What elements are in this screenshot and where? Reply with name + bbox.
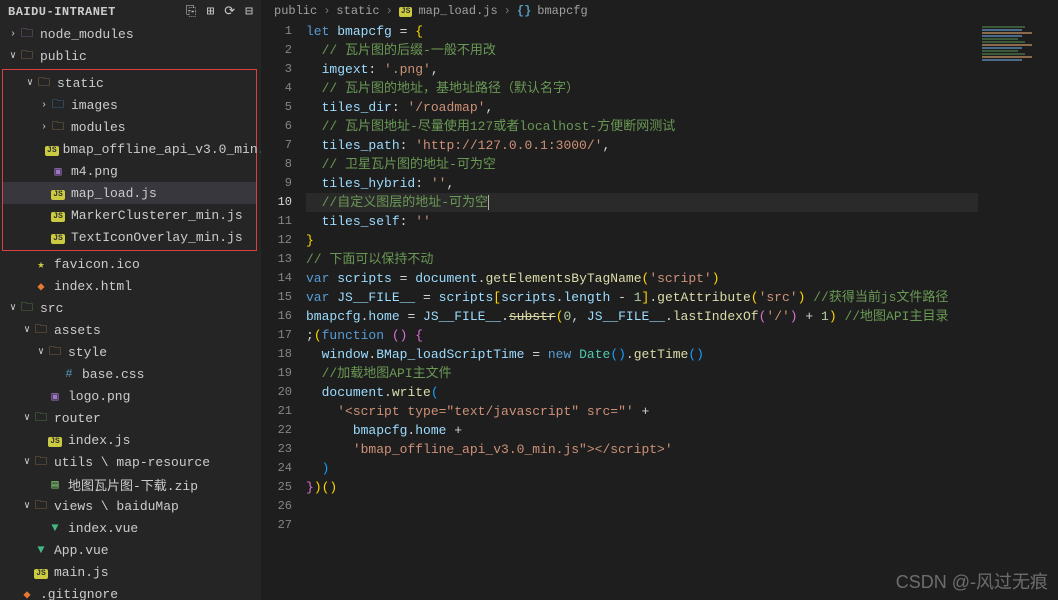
chevron-icon[interactable]: ∨ — [22, 412, 32, 424]
tree-item[interactable]: ·#base.css — [0, 363, 261, 385]
tree-label: map_load.js — [71, 186, 157, 201]
tree-item[interactable]: ·JSMarkerClusterer_min.js — [3, 204, 256, 226]
chevron-icon[interactable]: › — [8, 29, 18, 40]
tree-label: modules — [71, 120, 126, 135]
tree-item[interactable]: ∨🗀static — [3, 72, 256, 94]
tree-label: main.js — [54, 565, 109, 580]
tree-item[interactable]: ·JSindex.js — [0, 429, 261, 451]
chevron-right-icon: › — [504, 4, 511, 18]
tree-item[interactable]: ·JSTextIconOverlay_min.js — [3, 226, 256, 248]
tree-label: node_modules — [40, 27, 134, 42]
tree-label: index.js — [68, 433, 130, 448]
chevron-right-icon: › — [323, 4, 330, 18]
tree-item[interactable]: ·◆.gitignore — [0, 583, 261, 600]
minimap[interactable] — [978, 22, 1058, 600]
line-gutter: 1234567891011121314151617181920212223242… — [262, 22, 306, 600]
tree-label: utils \ map-resource — [54, 455, 210, 470]
tree-item[interactable]: ›🗀node_modules — [0, 23, 261, 45]
code-area[interactable]: let bmapcfg = { // 瓦片图的后缀-一般不用改 imgext: … — [306, 22, 978, 600]
tree-label: App.vue — [54, 543, 109, 558]
tree-label: static — [57, 76, 104, 91]
chevron-icon[interactable]: › — [39, 100, 49, 111]
tree-item[interactable]: ∨🗀assets — [0, 319, 261, 341]
chevron-right-icon: › — [386, 4, 393, 18]
tree-item[interactable]: ∨🗀router — [0, 407, 261, 429]
chevron-icon[interactable]: ∨ — [25, 77, 35, 89]
tree-label: images — [71, 98, 118, 113]
chevron-icon[interactable]: ∨ — [22, 500, 32, 512]
new-folder-icon[interactable]: ⊞ — [206, 4, 214, 19]
chevron-icon[interactable]: ∨ — [22, 456, 32, 468]
explorer-sidebar: BAIDU-INTRANET ⎘ ⊞ ⟳ ⊟ ›🗀node_modules∨🗀p… — [0, 0, 262, 600]
new-file-icon[interactable]: ⎘ — [186, 4, 196, 19]
tree-label: base.css — [82, 367, 144, 382]
tree-item[interactable]: ·JSbmap_offline_api_v3.0_min.js — [3, 138, 256, 160]
tree-label: 地图瓦片图-下载.zip — [68, 475, 198, 494]
object-icon: {} — [517, 4, 531, 18]
refresh-icon[interactable]: ⟳ — [224, 4, 235, 19]
breadcrumb-item[interactable]: bmapcfg — [537, 4, 587, 18]
tree-item[interactable]: ∨🗀public — [0, 45, 261, 67]
tree-label: TextIconOverlay_min.js — [71, 230, 243, 245]
tree-item[interactable]: ·▣m4.png — [3, 160, 256, 182]
tree-item[interactable]: ∨🗀src — [0, 297, 261, 319]
collapse-icon[interactable]: ⊟ — [245, 4, 253, 19]
chevron-icon[interactable]: › — [39, 122, 49, 133]
tree-item[interactable]: ·▣logo.png — [0, 385, 261, 407]
tree-item[interactable]: ∨🗀style — [0, 341, 261, 363]
tree-item[interactable]: ·JSmap_load.js — [3, 182, 256, 204]
tree-item[interactable]: ∨🗀views \ baiduMap — [0, 495, 261, 517]
tree-label: favicon.ico — [54, 257, 140, 272]
tree-item[interactable]: ∨🗀utils \ map-resource — [0, 451, 261, 473]
tree-item[interactable]: ›🗀modules — [3, 116, 256, 138]
tree-item[interactable]: ·▤地图瓦片图-下载.zip — [0, 473, 261, 495]
tree-item[interactable]: ·▼index.vue — [0, 517, 261, 539]
breadcrumb-item[interactable]: public — [274, 4, 317, 18]
tree-label: views \ baiduMap — [54, 499, 179, 514]
tree-item[interactable]: ·JSmain.js — [0, 561, 261, 583]
tree-item[interactable]: ·★favicon.ico — [0, 253, 261, 275]
tree-label: .gitignore — [40, 587, 118, 600]
chevron-icon[interactable]: ∨ — [22, 324, 32, 336]
tree-label: bmap_offline_api_v3.0_min.js — [63, 142, 262, 157]
sidebar-toolbar: ⎘ ⊞ ⟳ ⊟ — [186, 4, 253, 19]
tree-label: assets — [54, 323, 101, 338]
js-icon: JS — [399, 6, 413, 17]
tree-label: index.vue — [68, 521, 138, 536]
chevron-icon[interactable]: ∨ — [36, 346, 46, 358]
tree-label: src — [40, 301, 63, 316]
tree-item[interactable]: ›🗀images — [3, 94, 256, 116]
chevron-icon[interactable]: ∨ — [8, 50, 18, 62]
tree-label: MarkerClusterer_min.js — [71, 208, 243, 223]
tree-label: public — [40, 49, 87, 64]
tree-item[interactable]: ·▼App.vue — [0, 539, 261, 561]
breadcrumb-item[interactable]: static — [336, 4, 379, 18]
tree-label: m4.png — [71, 164, 118, 179]
tree-label: style — [68, 345, 107, 360]
breadcrumb-item[interactable]: map_load.js — [418, 4, 497, 18]
tree-item[interactable]: ·◆index.html — [0, 275, 261, 297]
project-title: BAIDU-INTRANET — [8, 5, 116, 19]
code-editor[interactable]: 1234567891011121314151617181920212223242… — [262, 22, 1058, 600]
file-tree: ›🗀node_modules∨🗀public ∨🗀static›🗀images›🗀… — [0, 23, 261, 600]
tree-label: router — [54, 411, 101, 426]
chevron-icon[interactable]: ∨ — [8, 302, 18, 314]
tree-label: logo.png — [68, 389, 130, 404]
tree-label: index.html — [54, 279, 132, 294]
breadcrumb[interactable]: public › static › JS map_load.js › {} bmapcfg — [262, 0, 1058, 22]
